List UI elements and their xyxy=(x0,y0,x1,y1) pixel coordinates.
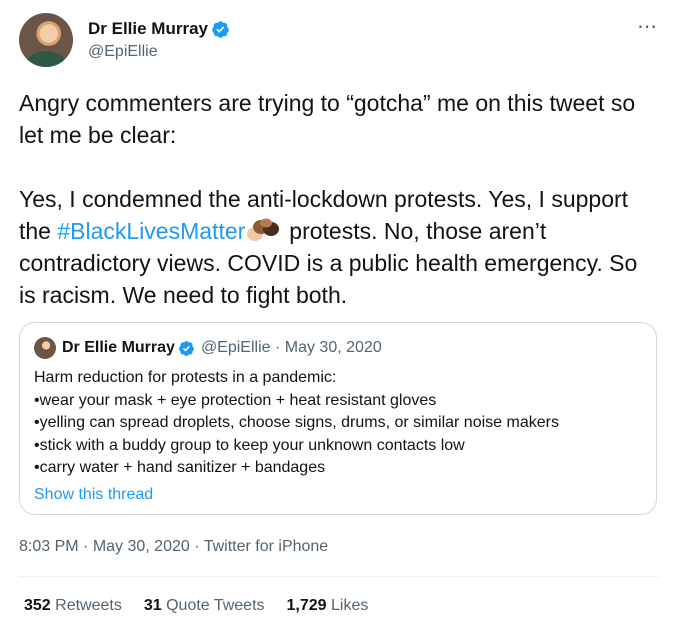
verified-badge-icon xyxy=(179,340,194,356)
quoted-line: •wear your mask + eye protection + heat … xyxy=(34,391,437,409)
likes-count: 1,729 xyxy=(286,597,332,614)
author-handle[interactable]: @EpiEllie xyxy=(88,43,158,61)
quoted-line: •yelling can spread droplets, choose sig… xyxy=(34,414,559,431)
quoted-tweet-header: Dr Ellie Murray @EpiEllie · May 30, 2020 xyxy=(34,337,382,359)
quoted-line: Harm reduction for protests in a pandemi… xyxy=(34,369,337,386)
quote-tweets-label: Quote Tweets xyxy=(166,597,265,614)
quoted-tweet-body: Harm reduction for protests in a pandemi… xyxy=(34,367,644,506)
tweet-header: Dr Ellie Murray @EpiEllie ⋯ xyxy=(19,13,664,69)
author-avatar[interactable] xyxy=(19,13,73,67)
quoted-handle-date: @EpiEllie · May 30, 2020 xyxy=(200,339,382,356)
author-name[interactable]: Dr Ellie Murray xyxy=(88,19,208,39)
more-horizontal-icon[interactable]: ⋯ xyxy=(637,17,658,37)
tweet-text: Angry commenters are trying to “gotcha” … xyxy=(19,87,659,311)
quoted-tweet-card[interactable]: Dr Ellie Murray @EpiEllie · May 30, 2020… xyxy=(19,322,657,515)
quoted-author-avatar xyxy=(34,337,56,359)
quote-tweets-stat[interactable]: 31 Quote Tweets xyxy=(144,597,265,615)
meta-separator: · xyxy=(189,538,204,555)
likes-label: Likes xyxy=(331,597,369,614)
engagement-stats: 352 Retweets 31 Quote Tweets 1,729 Likes xyxy=(24,597,390,615)
raised-fists-emoji-icon xyxy=(247,218,280,241)
tweet-date[interactable]: May 30, 2020 xyxy=(93,538,190,555)
divider xyxy=(19,576,660,577)
quoted-line: •carry water + hand sanitizer + bandages xyxy=(34,459,326,476)
tweet-paragraph: Angry commenters are trying to “gotcha” … xyxy=(19,90,636,148)
author-name-row: Dr Ellie Murray xyxy=(88,19,230,39)
meta-separator: · xyxy=(78,538,93,555)
show-thread-link[interactable]: Show this thread xyxy=(34,484,644,507)
tweet-time[interactable]: 8:03 PM xyxy=(19,538,79,555)
tweet-timestamp: 8:03 PM · May 30, 2020 · Twitter for iPh… xyxy=(19,538,328,556)
hashtag-link[interactable]: #BlackLivesMatter xyxy=(57,218,245,244)
quote-tweets-count: 31 xyxy=(143,597,167,614)
retweets-stat[interactable]: 352 Retweets xyxy=(24,597,122,615)
tweet-paragraph: Yes, I condemned the anti-lockdown prote… xyxy=(19,183,659,311)
tweet-source[interactable]: Twitter for iPhone xyxy=(204,538,329,555)
quoted-author-name: Dr Ellie Murray xyxy=(62,339,175,356)
retweets-label: Retweets xyxy=(55,597,122,614)
likes-stat[interactable]: 1,729 Likes xyxy=(287,597,369,615)
retweets-count: 352 xyxy=(24,597,56,614)
verified-badge-icon xyxy=(212,20,229,38)
quoted-line: •stick with a buddy group to keep your u… xyxy=(34,436,465,454)
